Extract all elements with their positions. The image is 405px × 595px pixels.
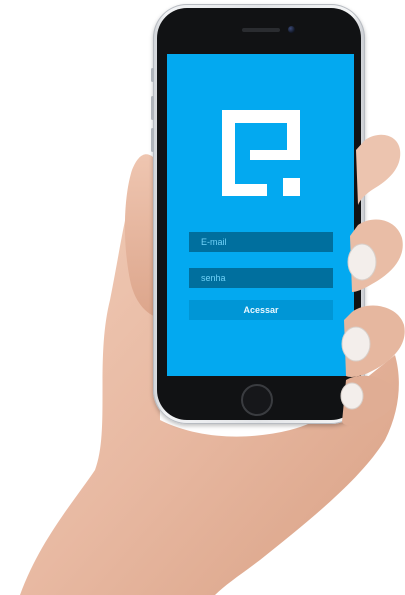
fingers-illustration bbox=[340, 134, 405, 426]
scene: E-mail senha Acessar bbox=[0, 0, 405, 595]
